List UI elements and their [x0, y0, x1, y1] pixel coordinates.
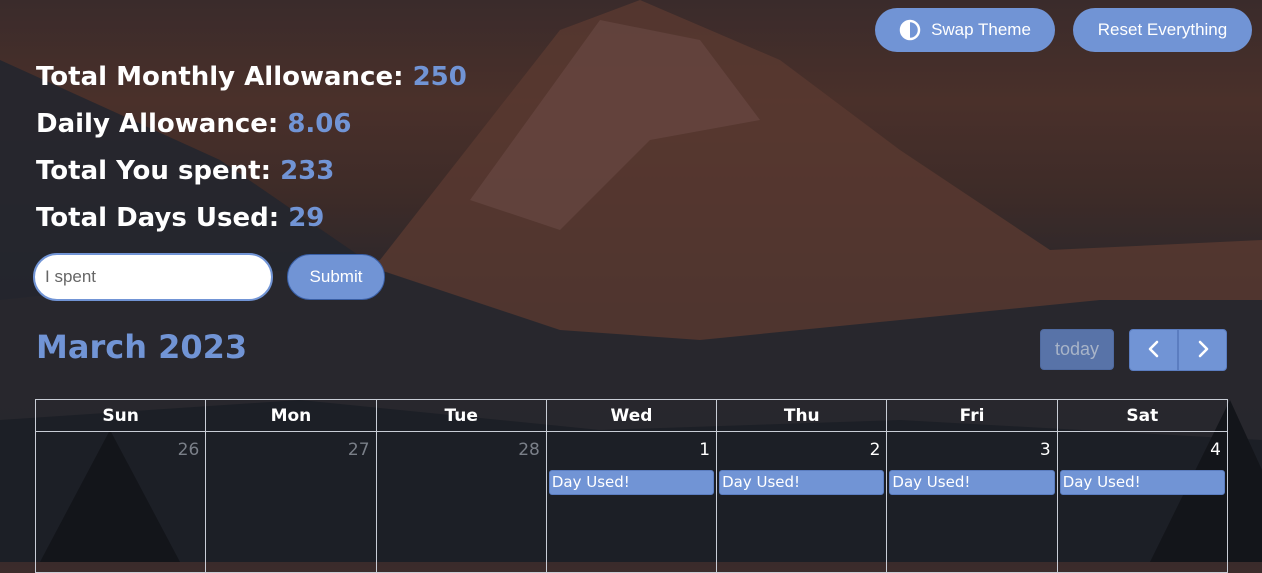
weekday-sat: Sat — [1056, 399, 1229, 432]
weekday-tue: Tue — [375, 399, 547, 432]
reset-everything-button[interactable]: Reset Everything — [1073, 8, 1252, 52]
weekday-thu: Thu — [716, 399, 888, 432]
day-cell[interactable]: 1 Day Used! — [545, 431, 718, 573]
daily-allowance: Daily Allowance: 8.06 — [36, 109, 352, 139]
monthly-allowance-value: 250 — [412, 62, 467, 92]
day-number[interactable]: 1 — [699, 440, 710, 460]
calendar-event[interactable]: Day Used! — [889, 470, 1055, 495]
day-number[interactable]: 26 — [178, 440, 200, 460]
today-button[interactable]: today — [1040, 329, 1114, 370]
day-cell[interactable]: 3 Day Used! — [886, 431, 1058, 573]
monthly-allowance: Total Monthly Allowance: 250 — [36, 62, 467, 92]
spent-input[interactable] — [33, 253, 273, 301]
chevron-right-icon — [1196, 340, 1210, 361]
weekday-mon: Mon — [205, 399, 377, 432]
day-number[interactable]: 4 — [1210, 440, 1221, 460]
day-number[interactable]: 2 — [870, 440, 881, 460]
swap-theme-label: Swap Theme — [931, 20, 1031, 39]
contrast-icon — [899, 19, 921, 41]
chevron-left-icon — [1147, 340, 1161, 361]
next-month-button[interactable] — [1178, 329, 1227, 371]
day-number[interactable]: 27 — [348, 440, 370, 460]
total-days-used-value: 29 — [288, 203, 325, 233]
weekday-wed: Wed — [545, 399, 718, 432]
weekday-sun: Sun — [34, 399, 207, 432]
day-cell[interactable]: 26 — [34, 431, 207, 573]
weekday-fri: Fri — [886, 399, 1058, 432]
day-cell[interactable]: 28 — [375, 431, 547, 573]
day-cell[interactable]: 4 Day Used! — [1056, 431, 1229, 573]
weekday-header-row: Sun Mon Tue Wed Thu Fri Sat — [34, 399, 1229, 432]
total-days-used: Total Days Used: 29 — [36, 203, 324, 233]
total-spent-value: 233 — [280, 156, 335, 186]
total-days-used-label: Total Days Used: — [36, 203, 280, 233]
day-number[interactable]: 28 — [518, 440, 540, 460]
day-cell[interactable]: 2 Day Used! — [716, 431, 888, 573]
calendar-grid: Sun Mon Tue Wed Thu Fri Sat 26 27 28 1 D… — [34, 399, 1229, 573]
prev-month-button[interactable] — [1129, 329, 1178, 371]
calendar-event[interactable]: Day Used! — [1059, 470, 1225, 495]
monthly-allowance-label: Total Monthly Allowance: — [36, 62, 404, 92]
calendar-title: March 2023 — [36, 328, 248, 366]
submit-button[interactable]: Submit — [287, 254, 385, 300]
calendar-event[interactable]: Day Used! — [719, 470, 885, 495]
day-number[interactable]: 3 — [1040, 440, 1051, 460]
day-cell[interactable]: 27 — [205, 431, 377, 573]
calendar-week-row: 26 27 28 1 Day Used! 2 Day Used! 3 Day U… — [34, 431, 1229, 573]
total-spent: Total You spent: 233 — [36, 156, 334, 186]
calendar-event[interactable]: Day Used! — [548, 470, 715, 495]
swap-theme-button[interactable]: Swap Theme — [875, 8, 1055, 52]
total-spent-label: Total You spent: — [36, 156, 272, 186]
daily-allowance-value: 8.06 — [287, 109, 352, 139]
daily-allowance-label: Daily Allowance: — [36, 109, 279, 139]
